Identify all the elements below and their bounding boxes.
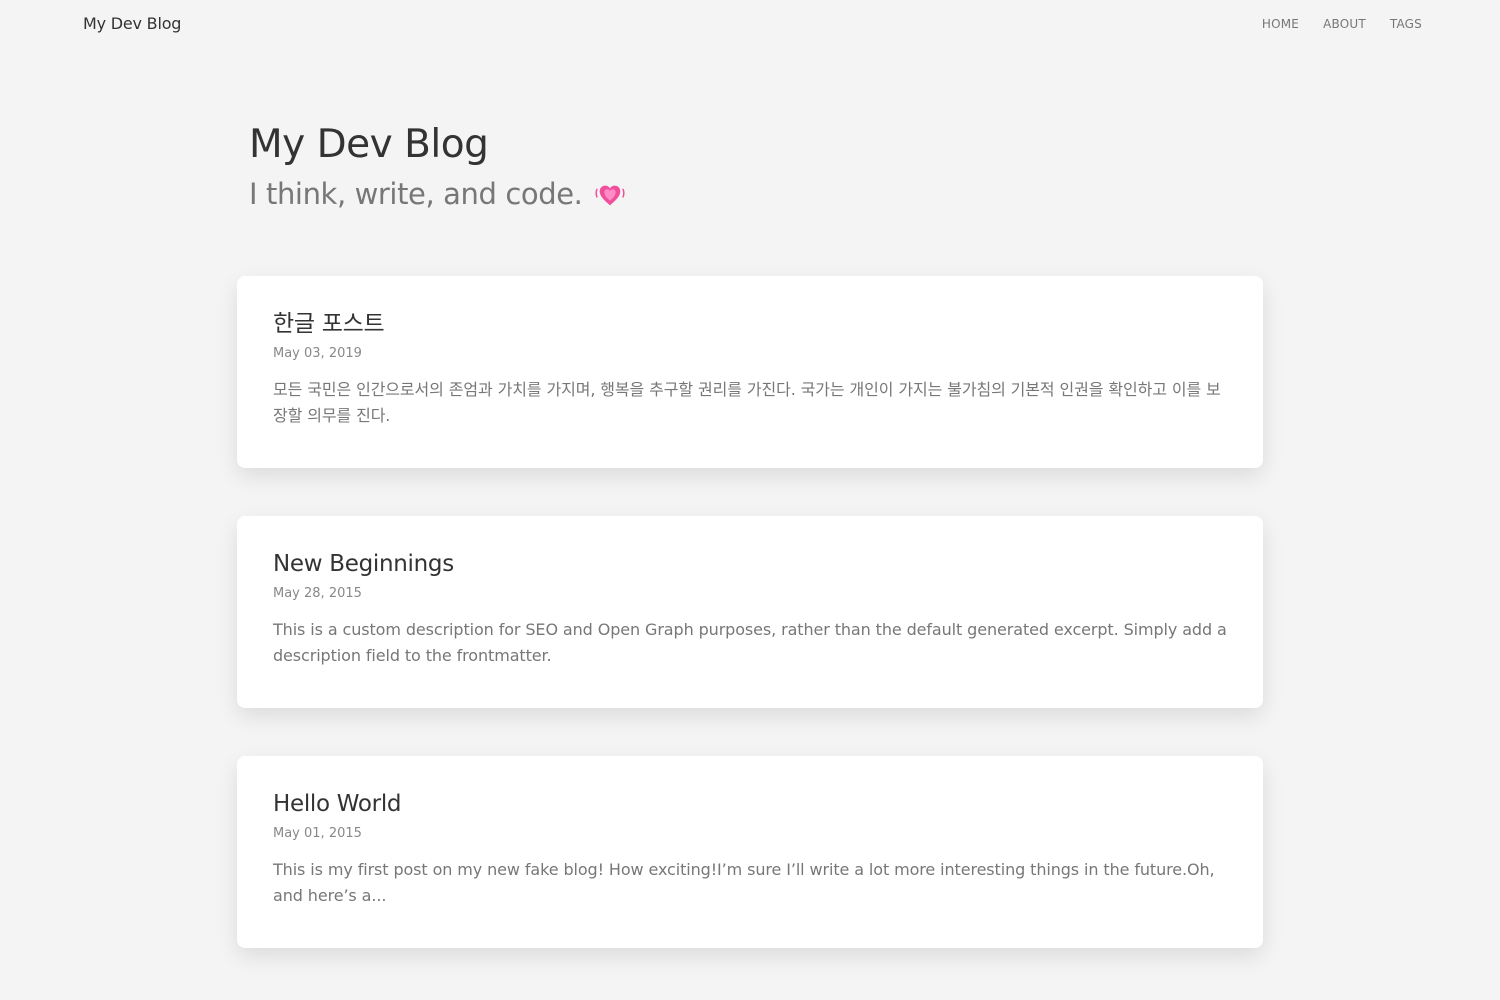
post-title[interactable]: New Beginnings	[273, 548, 1227, 580]
post-title[interactable]: Hello World	[273, 788, 1227, 820]
post-excerpt: This is my first post on my new fake blo…	[273, 860, 1215, 905]
post-excerpt: 모든 국민은 인간으로서의 존엄과 가치를 가지며, 행복을 추구할 권리를 가…	[273, 380, 1221, 425]
post-title[interactable]: 한글 포스트	[273, 308, 1227, 340]
hero-section: My Dev Blog I think, write, and code.	[249, 120, 625, 216]
post-date: May 01, 2015	[273, 826, 362, 841]
nav-about-link[interactable]: ABOUT	[1323, 17, 1366, 31]
main-nav: HOME ABOUT TAGS	[1262, 17, 1422, 31]
nav-tags-link[interactable]: TAGS	[1390, 17, 1422, 31]
site-title: My Dev Blog	[249, 122, 489, 167]
post-card[interactable]: Hello World May 01, 2015 This is my firs…	[237, 756, 1263, 948]
post-date: May 03, 2019	[273, 346, 362, 361]
top-navbar: My Dev Blog HOME ABOUT TAGS	[0, 0, 1500, 50]
post-date: May 28, 2015	[273, 586, 362, 601]
site-subtitle-text: I think, write, and code.	[249, 177, 583, 211]
nav-home-link[interactable]: HOME	[1262, 17, 1299, 31]
post-excerpt: This is a custom description for SEO and…	[273, 620, 1227, 665]
heart-icon	[595, 185, 625, 206]
post-list: 한글 포스트 May 03, 2019 모든 국민은 인간으로서의 존엄과 가치…	[237, 276, 1263, 996]
post-card[interactable]: 한글 포스트 May 03, 2019 모든 국민은 인간으로서의 존엄과 가치…	[237, 276, 1263, 468]
site-subtitle: I think, write, and code.	[249, 172, 625, 216]
post-card[interactable]: New Beginnings May 28, 2015 This is a cu…	[237, 516, 1263, 708]
brand-link[interactable]: My Dev Blog	[83, 14, 181, 33]
